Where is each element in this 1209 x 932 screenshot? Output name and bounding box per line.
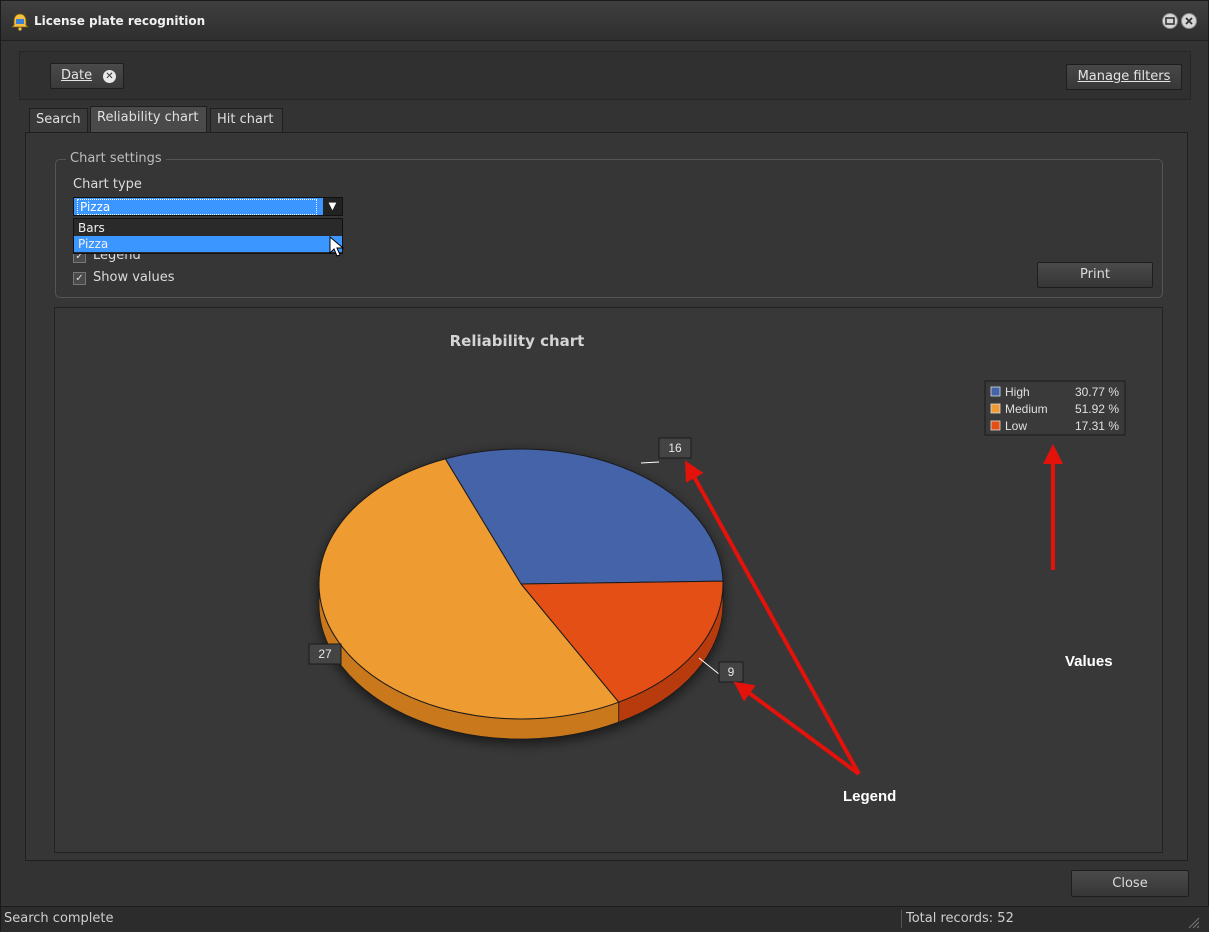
print-button[interactable]: Print: [1037, 262, 1153, 288]
annotation-arrows: [685, 444, 1063, 776]
minimize-button[interactable]: [1162, 13, 1178, 29]
chart-legend: High 30.77 % Medium 51.92 % Low 17.31 %: [984, 380, 1126, 436]
filter-chip-date[interactable]: Date ✕: [50, 63, 124, 89]
legend-annotation: Legend: [843, 788, 896, 805]
show-values-checkbox[interactable]: ✓: [73, 272, 86, 285]
close-icon: [1185, 17, 1193, 25]
chart-title: Reliability chart: [450, 332, 585, 350]
legend-percent-medium: 51.92 %: [1075, 402, 1119, 416]
legend-percent-high: 30.77 %: [1075, 385, 1119, 399]
dropdown-option-pizza[interactable]: Pizza: [74, 236, 342, 252]
legend-label-medium: Medium: [1005, 402, 1048, 416]
values-annotation: Values: [1065, 653, 1113, 670]
remove-filter-icon[interactable]: ✕: [103, 70, 116, 83]
value-label-high: 16: [668, 441, 682, 455]
legend-arrow-bottom: [733, 681, 861, 776]
pie-chart: Reliability chart 16 9 27 High 30.77 % Mediu…: [308, 332, 1126, 805]
status-bar: Search complete Total records: 52: [1, 906, 1209, 932]
minimize-icon: [1165, 17, 1175, 25]
value-label-low: 9: [728, 665, 735, 679]
chart-type-value: Pizza: [77, 199, 317, 215]
close-window-button[interactable]: [1181, 13, 1197, 29]
chart-type-dropdown: Bars Pizza: [73, 218, 343, 254]
legend-label-high: High: [1005, 385, 1030, 399]
chart-type-select[interactable]: Pizza ▼: [73, 197, 343, 216]
chart-settings-group: Chart settings Chart type Pizza ▼ Bars P…: [55, 151, 1163, 298]
value-label-leader: [640, 461, 660, 464]
legend-swatch-medium: [990, 403, 1001, 414]
window-title: License plate recognition: [34, 14, 206, 28]
status-message: Search complete: [4, 911, 114, 926]
filter-chip-label: Date: [61, 68, 93, 83]
legend-swatch-high: [990, 386, 1001, 397]
tab-reliability-chart[interactable]: Reliability chart: [90, 106, 207, 132]
filter-bar: Date ✕ Manage filters: [19, 51, 1191, 100]
app-window: License plate recognition Date ✕ Manage …: [0, 0, 1209, 932]
chevron-down-icon[interactable]: ▼: [323, 198, 342, 215]
reliability-chart-panel: Chart settings Chart type Pizza ▼ Bars P…: [25, 132, 1188, 861]
chart-area: Reliability chart 16 9 27 High 30.77 % Mediu…: [54, 307, 1163, 853]
legend-label-low: Low: [1005, 419, 1027, 433]
pie-slices: [318, 448, 724, 740]
legend-percent-low: 17.31 %: [1075, 419, 1119, 433]
status-divider: [901, 910, 902, 928]
manage-filters-button[interactable]: Manage filters: [1066, 64, 1182, 90]
show-values-checkbox-label: Show values: [93, 270, 175, 285]
legend-swatch-low: [990, 420, 1001, 431]
chart-type-label: Chart type: [73, 177, 142, 192]
title-bar[interactable]: License plate recognition: [1, 1, 1208, 41]
value-label-medium: 27: [318, 647, 332, 661]
total-records: Total records: 52: [906, 911, 1014, 926]
tab-hit-chart[interactable]: Hit chart: [210, 108, 283, 132]
close-button[interactable]: Close: [1071, 870, 1189, 897]
tab-search[interactable]: Search: [29, 108, 88, 132]
resize-grip-icon[interactable]: [1186, 915, 1200, 929]
bell-camera-icon: [11, 13, 29, 31]
value-label-leader: [698, 657, 720, 675]
chart-settings-title: Chart settings: [66, 151, 166, 166]
dropdown-option-bars[interactable]: Bars: [74, 220, 342, 236]
mouse-pointer-icon: [329, 236, 345, 257]
